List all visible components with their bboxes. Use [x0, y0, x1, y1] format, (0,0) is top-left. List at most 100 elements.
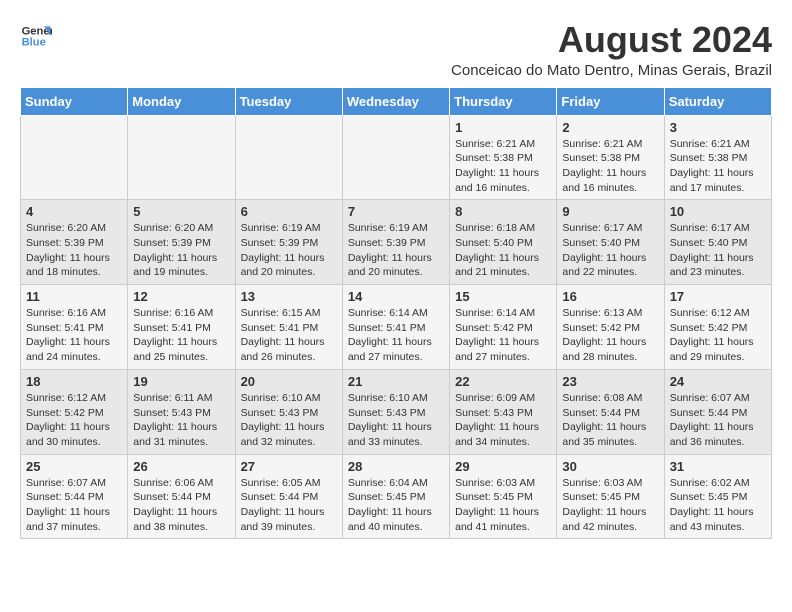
day-number: 9	[562, 204, 658, 219]
calendar-cell: 24 Sunrise: 6:07 AMSunset: 5:44 PMDayligh…	[664, 369, 771, 454]
calendar-cell: 19 Sunrise: 6:11 AMSunset: 5:43 PMDayligh…	[128, 369, 235, 454]
day-number: 17	[670, 289, 766, 304]
calendar-cell: 17 Sunrise: 6:12 AMSunset: 5:42 PMDayligh…	[664, 285, 771, 370]
day-info: Sunrise: 6:03 AMSunset: 5:45 PMDaylight:…	[562, 476, 658, 535]
calendar-cell: 28 Sunrise: 6:04 AMSunset: 5:45 PMDayligh…	[342, 454, 449, 539]
day-number: 4	[26, 204, 122, 219]
day-info: Sunrise: 6:11 AMSunset: 5:43 PMDaylight:…	[133, 391, 229, 450]
day-info: Sunrise: 6:21 AMSunset: 5:38 PMDaylight:…	[455, 137, 551, 196]
calendar-week-5: 25Sunrise: 6:07 AMSunset: 5:44 PMDayligh…	[21, 454, 772, 539]
day-info: Sunrise: 6:19 AMSunset: 5:39 PMDaylight:…	[348, 221, 444, 280]
day-number: 19	[133, 374, 229, 389]
header-day-tuesday: Tuesday	[235, 87, 342, 115]
calendar-cell	[21, 115, 128, 200]
logo-icon: General Blue	[20, 20, 52, 52]
month-year-title: August 2024	[451, 20, 772, 60]
day-number: 18	[26, 374, 122, 389]
day-number: 7	[348, 204, 444, 219]
calendar-cell: 2 Sunrise: 6:21 AMSunset: 5:38 PMDaylight…	[557, 115, 664, 200]
calendar-cell: 4 Sunrise: 6:20 AMSunset: 5:39 PMDaylight…	[21, 200, 128, 285]
day-info: Sunrise: 6:14 AMSunset: 5:41 PMDaylight:…	[348, 306, 444, 365]
calendar-cell: 10Sunrise: 6:17 AMSunset: 5:40 PMDayligh…	[664, 200, 771, 285]
day-number: 1	[455, 120, 551, 135]
calendar-week-3: 11 Sunrise: 6:16 AMSunset: 5:41 PMDayligh…	[21, 285, 772, 370]
calendar-cell: 23Sunrise: 6:08 AMSunset: 5:44 PMDayligh…	[557, 369, 664, 454]
calendar-cell: 21 Sunrise: 6:10 AMSunset: 5:43 PMDayligh…	[342, 369, 449, 454]
day-info: Sunrise: 6:13 AMSunset: 5:42 PMDaylight:…	[562, 306, 658, 365]
calendar-cell: 12Sunrise: 6:16 AMSunset: 5:41 PMDayligh…	[128, 285, 235, 370]
day-info: Sunrise: 6:17 AMSunset: 5:40 PMDaylight:…	[670, 221, 766, 280]
calendar-cell	[128, 115, 235, 200]
header: General Blue August 2024 Conceicao do Ma…	[20, 20, 772, 79]
calendar-cell: 31 Sunrise: 6:02 AMSunset: 5:45 PMDayligh…	[664, 454, 771, 539]
day-info: Sunrise: 6:20 AMSunset: 5:39 PMDaylight:…	[26, 221, 122, 280]
calendar-cell: 20Sunrise: 6:10 AMSunset: 5:43 PMDayligh…	[235, 369, 342, 454]
day-number: 2	[562, 120, 658, 135]
day-number: 27	[241, 459, 337, 474]
day-number: 28	[348, 459, 444, 474]
day-number: 8	[455, 204, 551, 219]
calendar-cell: 25Sunrise: 6:07 AMSunset: 5:44 PMDayligh…	[21, 454, 128, 539]
day-number: 20	[241, 374, 337, 389]
calendar-cell: 26Sunrise: 6:06 AMSunset: 5:44 PMDayligh…	[128, 454, 235, 539]
day-info: Sunrise: 6:18 AMSunset: 5:40 PMDaylight:…	[455, 221, 551, 280]
day-number: 16	[562, 289, 658, 304]
day-number: 14	[348, 289, 444, 304]
header-day-wednesday: Wednesday	[342, 87, 449, 115]
day-info: Sunrise: 6:16 AMSunset: 5:41 PMDaylight:…	[26, 306, 122, 365]
day-number: 22	[455, 374, 551, 389]
calendar-body: 1 Sunrise: 6:21 AMSunset: 5:38 PMDaylight…	[21, 115, 772, 539]
day-info: Sunrise: 6:06 AMSunset: 5:44 PMDaylight:…	[133, 476, 229, 535]
day-info: Sunrise: 6:10 AMSunset: 5:43 PMDaylight:…	[348, 391, 444, 450]
day-number: 30	[562, 459, 658, 474]
day-info: Sunrise: 6:15 AMSunset: 5:41 PMDaylight:…	[241, 306, 337, 365]
day-number: 24	[670, 374, 766, 389]
header-day-thursday: Thursday	[450, 87, 557, 115]
day-number: 25	[26, 459, 122, 474]
day-info: Sunrise: 6:12 AMSunset: 5:42 PMDaylight:…	[26, 391, 122, 450]
day-number: 29	[455, 459, 551, 474]
day-number: 3	[670, 120, 766, 135]
calendar-cell: 27 Sunrise: 6:05 AMSunset: 5:44 PMDayligh…	[235, 454, 342, 539]
calendar-header: SundayMondayTuesdayWednesdayThursdayFrid…	[21, 87, 772, 115]
day-info: Sunrise: 6:02 AMSunset: 5:45 PMDaylight:…	[670, 476, 766, 535]
calendar-cell: 14 Sunrise: 6:14 AMSunset: 5:41 PMDayligh…	[342, 285, 449, 370]
calendar-cell: 6Sunrise: 6:19 AMSunset: 5:39 PMDaylight…	[235, 200, 342, 285]
calendar-cell: 16 Sunrise: 6:13 AMSunset: 5:42 PMDayligh…	[557, 285, 664, 370]
calendar-cell	[235, 115, 342, 200]
calendar-cell	[342, 115, 449, 200]
day-info: Sunrise: 6:17 AMSunset: 5:40 PMDaylight:…	[562, 221, 658, 280]
day-number: 11	[26, 289, 122, 304]
calendar-cell: 11 Sunrise: 6:16 AMSunset: 5:41 PMDayligh…	[21, 285, 128, 370]
day-number: 13	[241, 289, 337, 304]
calendar-cell: 7 Sunrise: 6:19 AMSunset: 5:39 PMDaylight…	[342, 200, 449, 285]
day-info: Sunrise: 6:04 AMSunset: 5:45 PMDaylight:…	[348, 476, 444, 535]
location-subtitle: Conceicao do Mato Dentro, Minas Gerais, …	[451, 62, 772, 79]
calendar-week-4: 18 Sunrise: 6:12 AMSunset: 5:42 PMDayligh…	[21, 369, 772, 454]
calendar-cell: 9 Sunrise: 6:17 AMSunset: 5:40 PMDaylight…	[557, 200, 664, 285]
calendar-cell: 29 Sunrise: 6:03 AMSunset: 5:45 PMDayligh…	[450, 454, 557, 539]
header-day-sunday: Sunday	[21, 87, 128, 115]
day-number: 23	[562, 374, 658, 389]
svg-text:Blue: Blue	[22, 37, 46, 49]
calendar-cell: 3Sunrise: 6:21 AMSunset: 5:38 PMDaylight…	[664, 115, 771, 200]
day-number: 31	[670, 459, 766, 474]
day-info: Sunrise: 6:19 AMSunset: 5:39 PMDaylight:…	[241, 221, 337, 280]
title-block: August 2024 Conceicao do Mato Dentro, Mi…	[451, 20, 772, 79]
day-info: Sunrise: 6:21 AMSunset: 5:38 PMDaylight:…	[562, 137, 658, 196]
day-info: Sunrise: 6:12 AMSunset: 5:42 PMDaylight:…	[670, 306, 766, 365]
calendar-cell: 13 Sunrise: 6:15 AMSunset: 5:41 PMDayligh…	[235, 285, 342, 370]
day-info: Sunrise: 6:03 AMSunset: 5:45 PMDaylight:…	[455, 476, 551, 535]
day-info: Sunrise: 6:16 AMSunset: 5:41 PMDaylight:…	[133, 306, 229, 365]
calendar-week-2: 4 Sunrise: 6:20 AMSunset: 5:39 PMDaylight…	[21, 200, 772, 285]
calendar-cell: 8 Sunrise: 6:18 AMSunset: 5:40 PMDaylight…	[450, 200, 557, 285]
day-info: Sunrise: 6:07 AMSunset: 5:44 PMDaylight:…	[670, 391, 766, 450]
header-day-saturday: Saturday	[664, 87, 771, 115]
calendar-week-1: 1 Sunrise: 6:21 AMSunset: 5:38 PMDaylight…	[21, 115, 772, 200]
day-info: Sunrise: 6:09 AMSunset: 5:43 PMDaylight:…	[455, 391, 551, 450]
day-info: Sunrise: 6:05 AMSunset: 5:44 PMDaylight:…	[241, 476, 337, 535]
calendar-cell: 5Sunrise: 6:20 AMSunset: 5:39 PMDaylight…	[128, 200, 235, 285]
calendar-cell: 22 Sunrise: 6:09 AMSunset: 5:43 PMDayligh…	[450, 369, 557, 454]
calendar-cell: 18 Sunrise: 6:12 AMSunset: 5:42 PMDayligh…	[21, 369, 128, 454]
day-number: 21	[348, 374, 444, 389]
